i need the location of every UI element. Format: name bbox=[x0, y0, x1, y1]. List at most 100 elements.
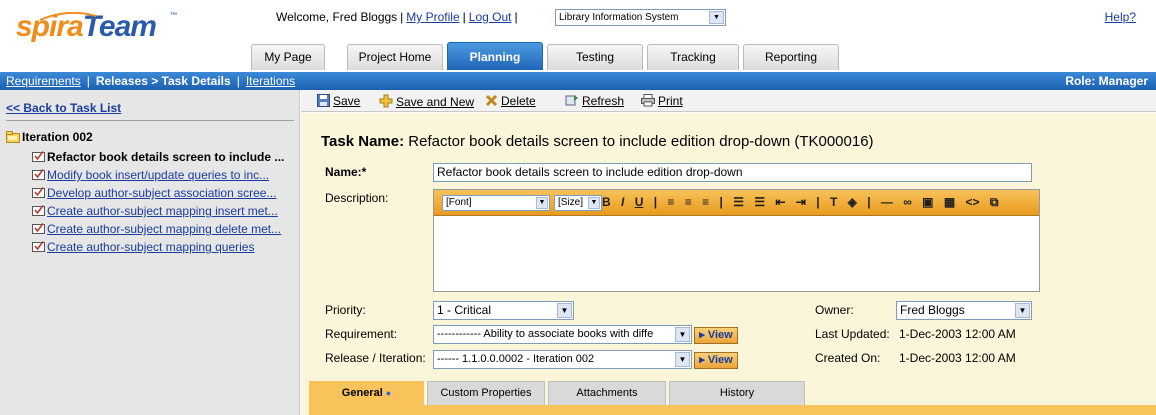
chevron-down-icon: ▼ bbox=[709, 11, 724, 24]
iteration-tree-root[interactable]: Iteration 002 bbox=[6, 130, 93, 144]
task-icon bbox=[32, 241, 45, 252]
release-label: Release / Iteration: bbox=[325, 351, 426, 365]
numbered-list-icon[interactable]: ☰ bbox=[733, 195, 744, 209]
print-button[interactable]: Print bbox=[641, 94, 683, 108]
tree-item-label: Create author-subject mapping insert met… bbox=[47, 204, 278, 218]
view-requirement-button[interactable]: ▸ View bbox=[694, 327, 738, 344]
link-icon[interactable]: ∞ bbox=[903, 195, 912, 209]
tab-attachments[interactable]: Attachments bbox=[548, 381, 666, 405]
tab-testing[interactable]: Testing bbox=[547, 44, 643, 70]
active-tab-dot-icon: ● bbox=[385, 388, 392, 398]
description-label: Description: bbox=[325, 191, 389, 205]
underline-icon[interactable]: U bbox=[635, 195, 644, 209]
save-button[interactable]: Save bbox=[317, 94, 360, 108]
tree-item-task[interactable]: Develop author-subject association scree… bbox=[32, 186, 284, 204]
release-value: ------ 1.1.0.0.0002 - Iteration 002 bbox=[437, 353, 595, 365]
owner-select[interactable]: Fred Bloggs ▼ bbox=[896, 301, 1032, 320]
tab-general[interactable]: General ● bbox=[309, 381, 424, 405]
bold-icon[interactable]: B bbox=[602, 195, 611, 209]
priority-select[interactable]: 1 - Critical ▼ bbox=[433, 301, 574, 320]
refresh-label: Refresh bbox=[582, 94, 625, 108]
italic-icon[interactable]: I bbox=[621, 195, 624, 209]
delete-icon bbox=[485, 94, 498, 107]
logo-trademark: ™ bbox=[170, 12, 177, 19]
separator-icon: | bbox=[867, 195, 871, 209]
table-icon[interactable]: ▦ bbox=[944, 195, 955, 209]
tab-my-page[interactable]: My Page bbox=[251, 44, 325, 70]
project-select-value: Library Information System bbox=[559, 12, 679, 23]
align-left-icon[interactable]: ≡ bbox=[667, 195, 674, 209]
app-header: spiraTeam ™ Welcome, Fred Bloggs | My Prof… bbox=[0, 0, 1156, 72]
release-select[interactable]: ------ 1.1.0.0.0002 - Iteration 002 ▼ bbox=[433, 350, 692, 369]
task-icon bbox=[32, 223, 45, 234]
horizontal-rule-icon[interactable]: — bbox=[881, 195, 893, 209]
tree-item-task[interactable]: Modify book insert/update queries to inc… bbox=[32, 168, 284, 186]
align-right-icon[interactable]: ≡ bbox=[702, 195, 709, 209]
spirateam-logo[interactable]: spiraTeam ™ bbox=[16, 10, 177, 50]
save-and-new-button[interactable]: Save and New bbox=[379, 94, 474, 109]
image-icon[interactable]: ▣ bbox=[922, 195, 933, 209]
bullet-list-icon[interactable]: ☰ bbox=[754, 195, 765, 209]
project-select[interactable]: Library Information System ▼ bbox=[555, 9, 726, 26]
fullscreen-icon[interactable]: ⧉ bbox=[990, 195, 999, 210]
tree-item-label: Develop author-subject association scree… bbox=[47, 186, 277, 200]
outdent-icon[interactable]: ⇤ bbox=[775, 195, 785, 209]
iteration-label: Iteration 002 bbox=[22, 130, 93, 144]
task-details-form: Task Name: Refactor book details screen … bbox=[301, 113, 1156, 415]
tab-tracking[interactable]: Tracking bbox=[647, 44, 739, 70]
owner-label: Owner: bbox=[815, 303, 854, 317]
chevron-down-icon: ▼ bbox=[536, 197, 548, 209]
task-tree-list: Refactor book details screen to include … bbox=[32, 150, 284, 258]
save-icon bbox=[317, 94, 330, 107]
text-color-icon[interactable]: T bbox=[830, 195, 837, 209]
chevron-down-icon: ▼ bbox=[675, 327, 690, 342]
tree-item-task[interactable]: Create author-subject mapping insert met… bbox=[32, 204, 284, 222]
tab-planning[interactable]: Planning bbox=[447, 42, 543, 70]
indent-icon[interactable]: ⇥ bbox=[796, 195, 806, 209]
view-release-button[interactable]: ▸ View bbox=[694, 352, 738, 369]
nav-requirements-link[interactable]: Requirements bbox=[6, 74, 81, 88]
task-name-heading-value: Refactor book details screen to include … bbox=[408, 133, 874, 150]
tree-item-label: Refactor book details screen to include … bbox=[47, 150, 285, 164]
tab-reporting[interactable]: Reporting bbox=[743, 44, 839, 70]
description-text-area[interactable] bbox=[434, 217, 1039, 291]
nav-iterations-link[interactable]: Iterations bbox=[246, 74, 295, 88]
task-name-heading-label: Task Name: bbox=[321, 133, 405, 150]
detail-tabs: General ● Custom Properties Attachments H… bbox=[309, 381, 1156, 415]
source-code-icon[interactable]: <> bbox=[966, 195, 980, 209]
save-and-new-label: Save and New bbox=[396, 95, 475, 109]
chevron-down-icon: ▼ bbox=[588, 197, 600, 209]
action-toolbar: Save Save and New Delete Refresh Print bbox=[301, 90, 1156, 112]
tab-project-home[interactable]: Project Home bbox=[347, 44, 443, 70]
size-select[interactable]: [Size] ▼ bbox=[554, 195, 602, 211]
font-select[interactable]: [Font] ▼ bbox=[442, 195, 550, 211]
requirement-select[interactable]: ------------ Ability to associate books … bbox=[433, 325, 692, 344]
my-profile-link[interactable]: My Profile bbox=[406, 10, 459, 24]
chevron-down-icon: ▼ bbox=[557, 303, 572, 318]
last-updated-value: 1-Dec-2003 12:00 AM bbox=[899, 327, 1016, 341]
name-field[interactable]: Refactor book details screen to include … bbox=[433, 163, 1032, 182]
back-to-task-list-link[interactable]: << Back to Task List bbox=[6, 101, 121, 115]
task-sidebar: << Back to Task List Iteration 002 Refac… bbox=[0, 90, 300, 415]
role-label: Role: Manager bbox=[1065, 74, 1148, 88]
printer-icon bbox=[641, 94, 655, 107]
tree-item-task[interactable]: Create author-subject mapping delete met… bbox=[32, 222, 284, 240]
refresh-button[interactable]: Refresh bbox=[565, 94, 624, 108]
log-out-link[interactable]: Log Out bbox=[469, 10, 512, 24]
requirement-value: ------------ Ability to associate books … bbox=[437, 328, 654, 340]
tab-strip-underline bbox=[309, 405, 1156, 415]
separator-icon: | bbox=[719, 195, 723, 209]
priority-value: 1 - Critical bbox=[437, 303, 492, 317]
tab-custom-properties[interactable]: Custom Properties bbox=[427, 381, 545, 405]
tree-item-task[interactable]: Refactor book details screen to include … bbox=[32, 150, 284, 168]
delete-button[interactable]: Delete bbox=[485, 94, 536, 108]
tab-history[interactable]: History bbox=[669, 381, 805, 405]
logo-swoosh-icon bbox=[39, 12, 97, 21]
highlight-icon[interactable]: ◈ bbox=[848, 195, 857, 209]
help-link[interactable]: Help? bbox=[1105, 10, 1136, 24]
task-icon bbox=[32, 169, 45, 180]
align-center-icon[interactable]: ≡ bbox=[685, 195, 692, 209]
owner-value: Fred Bloggs bbox=[900, 303, 965, 317]
tree-item-task[interactable]: Create author-subject mapping queries bbox=[32, 240, 284, 258]
welcome-text: Welcome, Fred Bloggs bbox=[276, 10, 398, 24]
